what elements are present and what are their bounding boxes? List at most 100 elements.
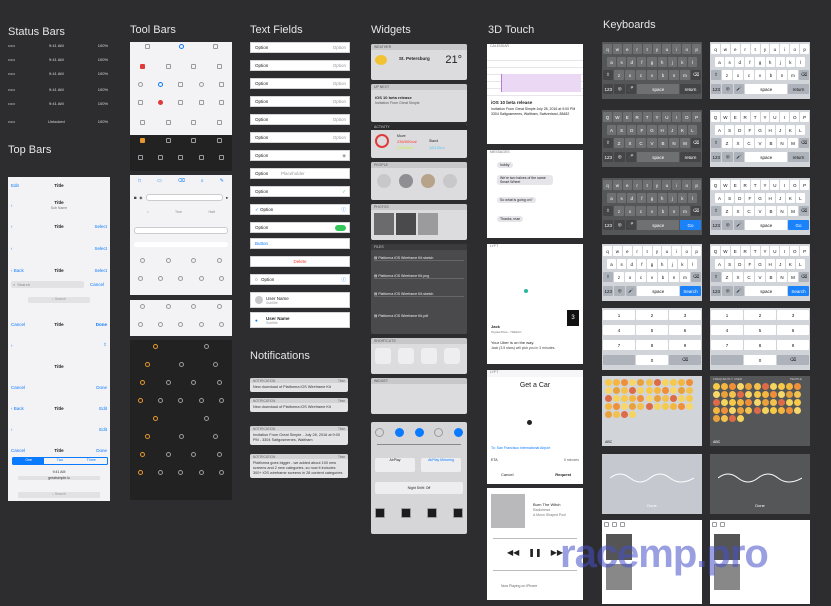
space-key[interactable]: space <box>637 286 680 296</box>
emoji-icon[interactable] <box>761 407 769 415</box>
emoji-icon[interactable] <box>629 378 637 386</box>
key-letter[interactable]: U <box>770 112 780 122</box>
key-letter[interactable]: p <box>692 44 702 54</box>
key-letter[interactable]: m <box>788 70 798 80</box>
circle-icon[interactable] <box>137 470 143 475</box>
key-letter[interactable]: E <box>622 112 632 122</box>
photos-widget[interactable]: PHOTOS <box>371 204 467 240</box>
key-letter[interactable]: m <box>680 272 690 282</box>
activity-widget[interactable]: ACTIVITY Move 236/500cal 25/30min Stand … <box>371 124 467 158</box>
key-letter[interactable]: b <box>658 206 668 216</box>
emoji-icon[interactable] <box>661 394 669 402</box>
emoji-icon[interactable] <box>686 378 694 386</box>
circle-icon[interactable] <box>216 452 222 457</box>
globe-icon[interactable]: ◎ <box>614 84 625 94</box>
pause-icon[interactable]: ❚❚ <box>528 548 541 557</box>
ride-preview[interactable]: LYFT Jack Toyota Prius - 704ACC 3 Your U… <box>487 244 583 364</box>
key-letter[interactable]: Y <box>760 246 770 256</box>
mic-icon[interactable]: 🎤 <box>625 152 637 162</box>
dictation-done-button[interactable]: Done <box>602 503 702 508</box>
key-letter[interactable]: Q <box>603 112 612 122</box>
key-letter[interactable]: F <box>745 125 755 135</box>
space-key[interactable]: space <box>745 152 788 162</box>
key-letter[interactable]: I <box>780 246 790 256</box>
emoji-icon[interactable] <box>637 378 645 386</box>
key-letter[interactable]: Q <box>711 180 720 190</box>
key-letter[interactable]: X <box>733 272 743 282</box>
circle-icon[interactable] <box>204 344 209 349</box>
key-letter[interactable]: P <box>800 112 810 122</box>
go-key[interactable]: Go <box>680 220 701 230</box>
avatar[interactable] <box>377 174 391 188</box>
circle-icon[interactable] <box>198 398 204 403</box>
radio-icon[interactable]: ○ <box>255 277 258 282</box>
emoji-icon[interactable] <box>678 378 686 386</box>
grid-icon[interactable] <box>140 64 146 69</box>
heart-icon[interactable] <box>720 522 725 527</box>
key-letter[interactable]: c <box>744 70 754 80</box>
segment-one[interactable]: One <box>13 458 45 464</box>
globe-icon[interactable]: ◎ <box>722 84 733 94</box>
emoji-icon[interactable] <box>653 403 661 411</box>
key-letter[interactable]: z <box>614 272 624 282</box>
camera-icon[interactable]: ◙ <box>134 195 136 200</box>
key-letter[interactable]: f <box>637 259 647 269</box>
key-letter[interactable]: i <box>672 180 682 190</box>
key-letter[interactable]: H <box>765 259 775 269</box>
circle-icon[interactable] <box>212 362 218 367</box>
return-key[interactable]: return <box>788 152 809 162</box>
emoji-icon[interactable] <box>745 407 753 415</box>
key-letter[interactable]: q <box>603 180 612 190</box>
space-key[interactable]: space <box>637 84 680 94</box>
key-letter[interactable]: s <box>725 57 735 67</box>
file-item[interactable]: ▤ Platforma iOS Wireframe Kit.pdf <box>374 314 464 318</box>
circle-icon[interactable] <box>165 304 171 309</box>
key-letter[interactable]: h <box>765 57 775 67</box>
emoji-icon[interactable] <box>645 403 653 411</box>
key-letter[interactable]: F <box>637 125 647 135</box>
key-letter[interactable]: Y <box>652 112 662 122</box>
search-input[interactable]: ⌕ Search <box>11 281 84 288</box>
done-button[interactable]: Done <box>96 448 107 453</box>
backspace-icon[interactable]: ⌫ <box>691 206 701 216</box>
key-letter[interactable]: y <box>652 246 662 256</box>
key-letter[interactable]: u <box>662 180 672 190</box>
circle-icon[interactable] <box>158 470 164 475</box>
key-9[interactable]: 9 <box>777 340 809 350</box>
key-letter[interactable]: r <box>740 44 750 54</box>
emoji-icon[interactable] <box>653 386 661 394</box>
key-letter[interactable]: q <box>711 44 720 54</box>
key-letter[interactable]: d <box>627 57 637 67</box>
avatar[interactable] <box>399 174 413 188</box>
emoji-icon[interactable] <box>645 386 653 394</box>
option-field[interactable]: Option Option <box>250 132 350 143</box>
key-0[interactable]: 0 <box>744 355 776 365</box>
circle-icon[interactable] <box>140 452 146 457</box>
key-letter[interactable]: C <box>744 272 754 282</box>
circle-icon[interactable] <box>137 322 143 327</box>
shift-icon[interactable]: ⇧ <box>603 272 613 282</box>
key-letter[interactable]: p <box>692 246 702 256</box>
circle-icon[interactable] <box>219 276 225 281</box>
key-letter[interactable]: f <box>637 193 647 203</box>
key-letter[interactable]: n <box>669 272 679 282</box>
wifi-icon[interactable] <box>394 428 404 437</box>
bluetooth-icon[interactable] <box>414 428 424 437</box>
space-key[interactable]: space <box>637 152 680 162</box>
done-button[interactable]: Done <box>96 385 107 390</box>
key-letter[interactable]: J <box>775 259 785 269</box>
profile-icon[interactable] <box>216 138 222 143</box>
key-letter[interactable]: i <box>672 246 682 256</box>
key-letter[interactable]: E <box>730 180 740 190</box>
user-name-field[interactable]: User Name Subtitle <box>250 292 350 308</box>
key-1[interactable]: 1 <box>711 310 743 320</box>
key-letter[interactable]: D <box>735 193 745 203</box>
emoji-icon[interactable] <box>769 407 777 415</box>
globe-icon[interactable]: ◎ <box>614 152 625 162</box>
circle-icon[interactable] <box>178 434 184 439</box>
key-letter[interactable]: J <box>667 125 677 135</box>
calendar-icon[interactable] <box>165 64 171 69</box>
app-icon[interactable]: ◈ <box>139 195 142 200</box>
backspace-icon[interactable]: ⌫ <box>799 272 809 282</box>
emoji-icon[interactable] <box>761 382 769 390</box>
